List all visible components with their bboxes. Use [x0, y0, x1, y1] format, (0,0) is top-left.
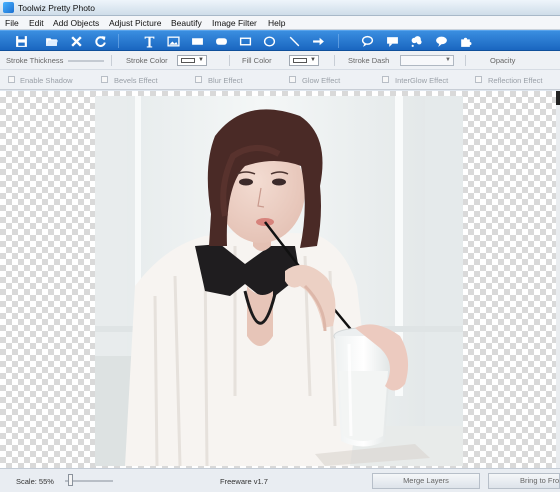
fill-color-swatch [293, 58, 307, 63]
image-tool-icon[interactable] [166, 34, 181, 48]
photo-layer[interactable] [95, 96, 463, 466]
chevron-down-icon: ▼ [198, 57, 204, 63]
opacity-label: Opacity [490, 56, 516, 65]
puzzle-shape-icon[interactable] [458, 34, 473, 48]
toolbar-separator [338, 34, 339, 48]
speech-cloud-icon[interactable] [434, 34, 449, 48]
stroke-dash-label: Stroke Dash [348, 56, 390, 65]
zoom-scale-label: Scale: 55% [16, 477, 54, 486]
stroke-color-label: Stroke Color [126, 56, 168, 65]
stroke-dash-select[interactable]: ▼ [400, 55, 454, 66]
editing-canvas[interactable] [0, 91, 556, 468]
stroke-color-swatch [181, 58, 195, 63]
property-divider [465, 55, 466, 66]
app-logo-icon [3, 2, 14, 13]
line-tool-icon[interactable] [287, 34, 302, 48]
menu-file[interactable]: File [5, 18, 19, 28]
canvas-vertical-scrollbar[interactable] [556, 91, 560, 468]
property-divider [111, 55, 112, 66]
enable-shadow-checkbox[interactable] [8, 76, 15, 83]
blur-effect-checkbox[interactable] [195, 76, 202, 83]
text-tool-icon[interactable] [142, 34, 157, 48]
glow-effect-checkbox[interactable] [289, 76, 296, 83]
menu-add-objects[interactable]: Add Objects [53, 18, 99, 28]
close-icon[interactable] [69, 34, 84, 48]
window-title: Toolwiz Pretty Photo [18, 3, 96, 13]
fill-color-picker[interactable]: ▼ [289, 55, 319, 66]
status-bar: Scale: 55% Freeware v1.7 Merge Layers Br… [0, 468, 560, 492]
stroke-color-picker[interactable]: ▼ [177, 55, 207, 66]
scrollbar-thumb[interactable] [556, 91, 560, 105]
ellipse-outline-icon[interactable] [262, 34, 277, 48]
glow-effect-label: Glow Effect [302, 76, 341, 85]
save-icon[interactable] [14, 34, 29, 48]
speech-bubble-rect-icon[interactable] [385, 34, 400, 48]
title-bar: Toolwiz Pretty Photo [0, 0, 560, 16]
reflection-effect-label: Reflection Effect [488, 76, 543, 85]
shape-properties-bar: Stroke Thickness Stroke Color ▼ Fill Col… [0, 51, 560, 70]
effects-bar: Enable Shadow Bevels Effect Blur Effect … [0, 70, 560, 90]
speech-bubble-round-icon[interactable] [360, 34, 375, 48]
fill-color-label: Fill Color [242, 56, 272, 65]
property-divider [229, 55, 230, 66]
interglow-effect-label: InterGlow Effect [395, 76, 449, 85]
menu-beautify[interactable]: Beautify [171, 18, 202, 28]
rectangle-outline-icon[interactable] [238, 34, 253, 48]
bring-to-front-button[interactable]: Bring to Front [488, 473, 560, 489]
reflection-effect-checkbox[interactable] [475, 76, 482, 83]
stroke-thickness-slider[interactable] [68, 60, 104, 62]
toolbar-separator [118, 34, 119, 48]
menu-bar: File Edit Add Objects Adjust Picture Bea… [0, 16, 560, 30]
interglow-effect-checkbox[interactable] [382, 76, 389, 83]
merge-layers-button[interactable]: Merge Layers [372, 473, 480, 489]
bevels-effect-checkbox[interactable] [101, 76, 108, 83]
thought-cloud-icon[interactable] [409, 34, 424, 48]
open-folder-icon[interactable] [44, 34, 59, 48]
chevron-down-icon: ▼ [445, 57, 451, 63]
zoom-slider-thumb[interactable] [68, 474, 73, 486]
blur-effect-label: Blur Effect [208, 76, 243, 85]
menu-image-filter[interactable]: Image Filter [212, 18, 257, 28]
bevels-effect-label: Bevels Effect [114, 76, 158, 85]
menu-edit[interactable]: Edit [29, 18, 44, 28]
stroke-thickness-label: Stroke Thickness [6, 56, 64, 65]
property-divider [334, 55, 335, 66]
menu-help[interactable]: Help [268, 18, 285, 28]
refresh-icon[interactable] [93, 34, 108, 48]
arrow-tool-icon[interactable] [311, 34, 326, 48]
chevron-down-icon: ▼ [310, 57, 316, 63]
rounded-rectangle-filled-icon[interactable] [214, 34, 229, 48]
menu-adjust-picture[interactable]: Adjust Picture [109, 18, 161, 28]
edition-label: Freeware v1.7 [220, 477, 268, 486]
enable-shadow-label: Enable Shadow [20, 76, 73, 85]
main-toolbar [0, 30, 560, 51]
rectangle-filled-icon[interactable] [190, 34, 205, 48]
